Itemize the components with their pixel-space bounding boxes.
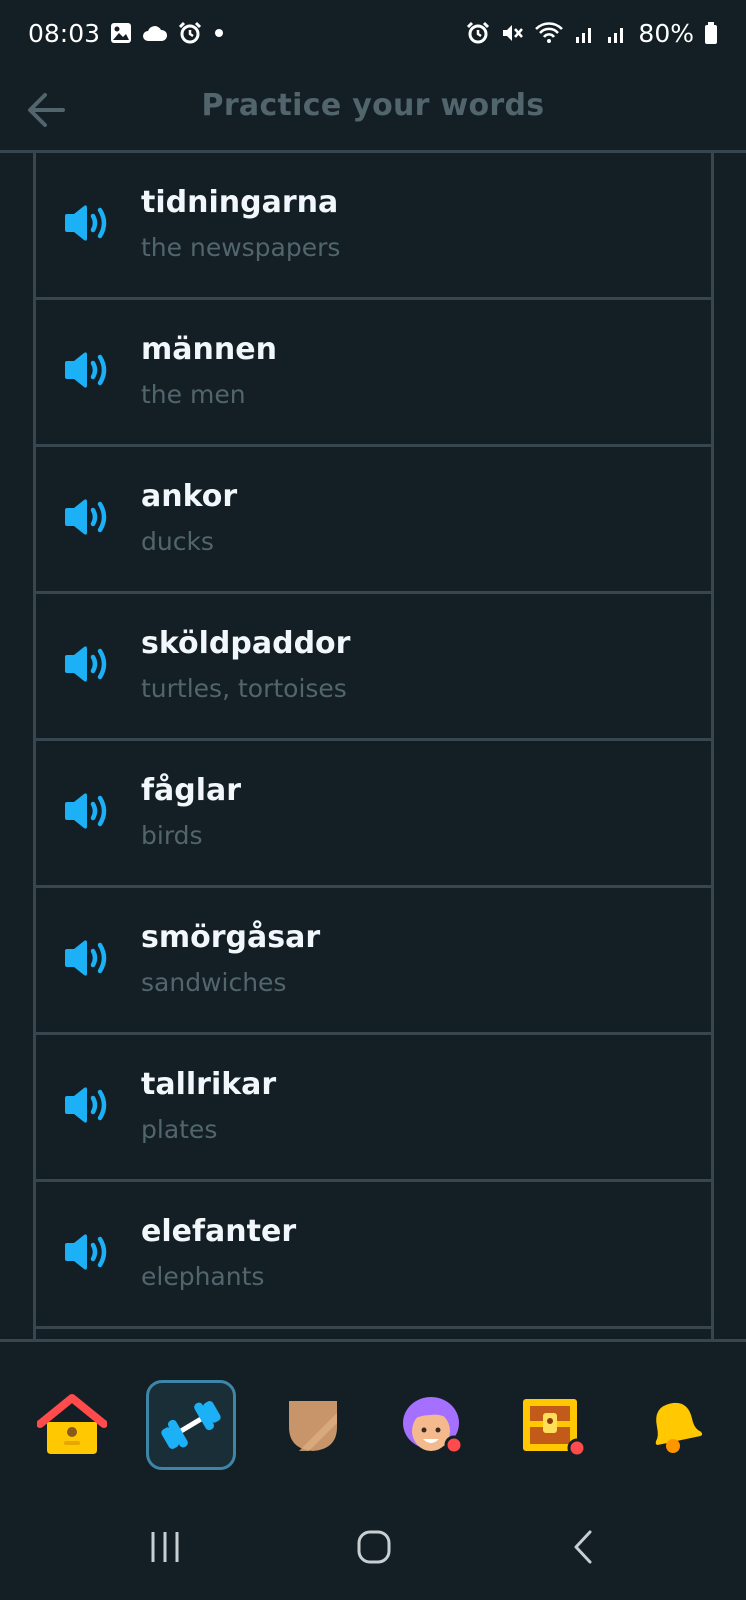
word-row[interactable]: tallrikar plates bbox=[36, 1035, 711, 1182]
house-icon bbox=[37, 1394, 107, 1454]
word-row[interactable]: männen the men bbox=[36, 300, 711, 447]
wifi-icon bbox=[534, 21, 564, 45]
back-nav-button[interactable] bbox=[554, 1522, 614, 1572]
alarm-icon bbox=[178, 21, 202, 45]
home-circle-icon bbox=[357, 1530, 391, 1564]
alarm-icon bbox=[466, 21, 490, 45]
status-left: 08:03 bbox=[28, 19, 226, 48]
speaker-icon[interactable] bbox=[63, 350, 111, 390]
system-nav-bar bbox=[0, 1492, 746, 1600]
treasure-chest-icon bbox=[523, 1399, 587, 1457]
status-right: 80% bbox=[466, 19, 718, 48]
word-text: tidningarna bbox=[141, 185, 339, 220]
word-row[interactable]: tidningarna the newspapers bbox=[36, 153, 711, 300]
tab-home[interactable] bbox=[27, 1380, 117, 1470]
dumbbell-icon bbox=[161, 1401, 221, 1449]
shield-icon bbox=[289, 1401, 337, 1451]
tab-leagues[interactable] bbox=[268, 1380, 358, 1470]
word-translation: ducks bbox=[141, 527, 214, 556]
speaker-icon[interactable] bbox=[63, 203, 111, 243]
word-translation: the newspapers bbox=[141, 233, 341, 262]
speaker-icon[interactable] bbox=[63, 644, 111, 684]
word-row[interactable]: smörgåsar sandwiches bbox=[36, 888, 711, 1035]
word-row[interactable]: ankor ducks bbox=[36, 447, 711, 594]
word-text: elefanter bbox=[141, 1214, 297, 1249]
speaker-icon[interactable] bbox=[63, 1085, 111, 1125]
avatar-icon bbox=[403, 1397, 464, 1455]
word-translation: plates bbox=[141, 1115, 218, 1144]
battery-percent: 80% bbox=[638, 18, 694, 48]
word-translation: turtles, tortoises bbox=[141, 674, 347, 703]
recent-apps-button[interactable] bbox=[135, 1522, 195, 1572]
bell-icon bbox=[655, 1402, 703, 1453]
header: Practice your words bbox=[0, 66, 746, 153]
clock: 08:03 bbox=[28, 18, 101, 48]
speaker-icon[interactable] bbox=[63, 938, 111, 978]
signal-icon bbox=[574, 21, 596, 45]
tab-notifications[interactable] bbox=[630, 1380, 720, 1470]
page-title: Practice your words bbox=[201, 88, 545, 123]
speaker-icon[interactable] bbox=[63, 791, 111, 831]
speaker-icon[interactable] bbox=[63, 497, 111, 537]
word-text: ankor bbox=[141, 479, 238, 514]
dot-icon bbox=[212, 26, 226, 40]
word-text: sköldpaddor bbox=[141, 626, 351, 661]
battery-icon bbox=[704, 22, 718, 44]
word-translation: elephants bbox=[141, 1262, 265, 1291]
gallery-icon bbox=[110, 22, 132, 44]
tab-practice[interactable] bbox=[146, 1380, 236, 1470]
word-text: smörgåsar bbox=[141, 920, 321, 955]
word-translation: sandwiches bbox=[141, 968, 287, 997]
chevron-left-icon bbox=[574, 1530, 592, 1564]
tab-shop[interactable] bbox=[508, 1380, 598, 1470]
home-button[interactable] bbox=[344, 1522, 404, 1572]
word-list: tidningarna the newspapers männen the me… bbox=[33, 153, 714, 1339]
word-row-partial[interactable] bbox=[36, 1329, 711, 1339]
word-row[interactable]: fåglar birds bbox=[36, 741, 711, 888]
word-translation: birds bbox=[141, 821, 203, 850]
mute-icon bbox=[500, 21, 524, 45]
recent-apps-icon bbox=[151, 1532, 179, 1562]
status-bar: 08:03 80% bbox=[0, 0, 746, 66]
signal-icon bbox=[606, 21, 628, 45]
bottom-tab-bar bbox=[0, 1342, 746, 1492]
speaker-icon[interactable] bbox=[63, 1232, 111, 1272]
word-text: fåglar bbox=[141, 773, 242, 808]
word-row[interactable]: sköldpaddor turtles, tortoises bbox=[36, 594, 711, 741]
tab-profile[interactable] bbox=[388, 1380, 478, 1470]
word-text: tallrikar bbox=[141, 1067, 277, 1102]
word-text: männen bbox=[141, 332, 277, 367]
cloud-icon bbox=[142, 24, 168, 42]
word-translation: the men bbox=[141, 380, 246, 409]
word-row[interactable]: elefanter elephants bbox=[36, 1182, 711, 1329]
